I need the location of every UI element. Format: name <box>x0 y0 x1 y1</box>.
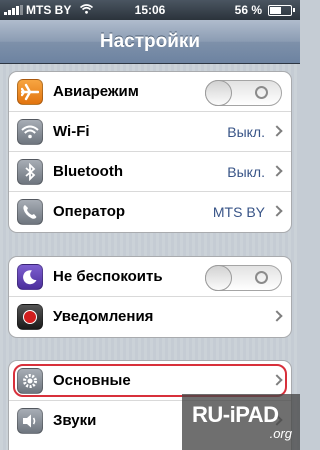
phone-icon <box>17 199 43 225</box>
airplane-icon <box>17 79 43 105</box>
toggle-off-indicator <box>255 86 268 99</box>
wifi-icon <box>17 119 43 145</box>
wifi-status-value: Выкл. <box>227 124 265 140</box>
bluetooth-status-value: Выкл. <box>227 164 265 180</box>
chevron-right-icon <box>271 205 283 217</box>
row-label: Не беспокоить <box>53 268 163 285</box>
row-bluetooth[interactable]: Bluetooth Выкл. <box>9 152 291 192</box>
moon-icon <box>17 264 43 290</box>
row-airplane-mode: Авиарежим <box>9 72 291 112</box>
carrier-value: MTS BY <box>212 204 265 220</box>
page-title: Настройки <box>99 31 201 52</box>
speaker-icon <box>17 408 43 434</box>
row-label: Звуки <box>53 412 97 429</box>
row-label: Оператор <box>53 203 126 220</box>
row-label: Уведомления <box>53 308 154 325</box>
do-not-disturb-toggle[interactable] <box>205 265 282 291</box>
watermark-text: RU-iPAD <box>192 402 279 427</box>
row-carrier[interactable]: Оператор MTS BY <box>9 192 291 232</box>
row-label: Wi-Fi <box>53 123 90 140</box>
toggle-knob <box>205 265 232 291</box>
chevron-right-icon <box>271 125 283 137</box>
row-label: Авиарежим <box>53 83 139 100</box>
battery-icon <box>268 5 295 16</box>
settings-group-notifications: Не беспокоить Уведомления <box>8 256 292 338</box>
bluetooth-icon <box>17 159 43 185</box>
highlight-outline <box>13 364 287 397</box>
battery-percent: 56 % <box>234 3 262 17</box>
navigation-bar: Настройки <box>0 20 300 64</box>
airplane-mode-toggle[interactable] <box>205 80 282 106</box>
row-do-not-disturb: Не беспокоить <box>9 257 291 297</box>
toggle-off-indicator <box>255 271 268 284</box>
chevron-right-icon <box>271 165 283 177</box>
settings-group-connectivity: Авиарежим Wi-Fi Выкл. Bluetooth Выкл. Оп… <box>8 71 292 233</box>
row-notifications[interactable]: Уведомления <box>9 297 291 337</box>
row-label: Bluetooth <box>53 163 123 180</box>
toggle-knob <box>205 80 232 106</box>
watermark-subtext: .org <box>269 426 292 441</box>
row-wifi[interactable]: Wi-Fi Выкл. <box>9 112 291 152</box>
watermark: RU-iPAD .org <box>182 394 300 450</box>
notifications-icon <box>17 304 43 330</box>
status-bar: MTS BY 15:06 56 % <box>0 0 300 20</box>
chevron-right-icon <box>271 310 283 322</box>
